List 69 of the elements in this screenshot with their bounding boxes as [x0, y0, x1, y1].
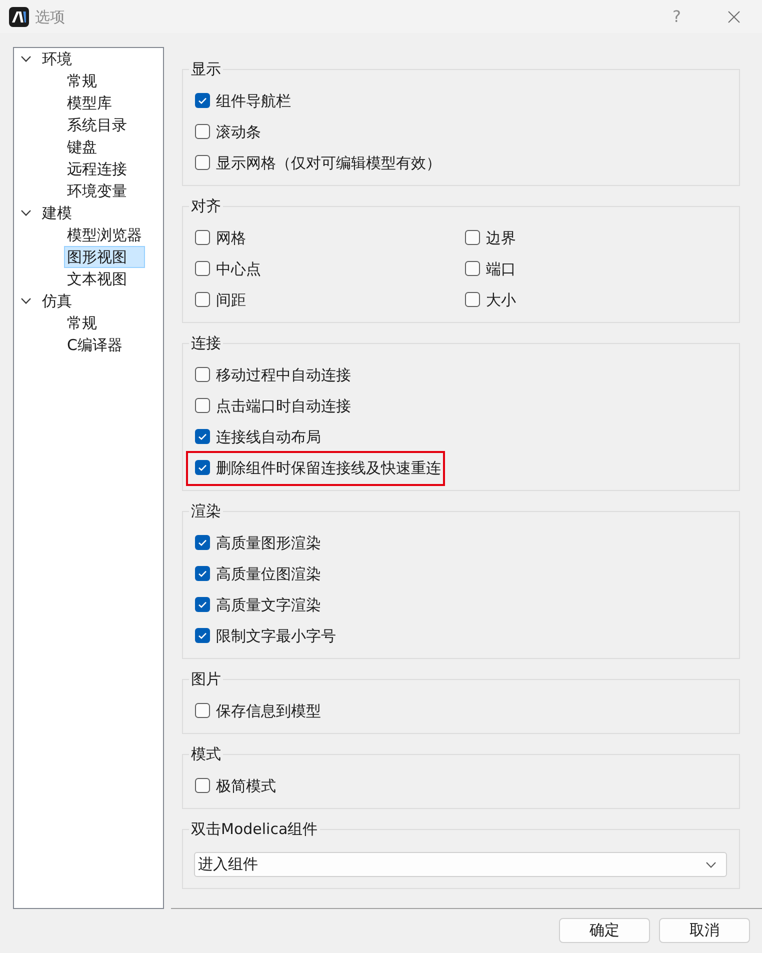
- checkbox-label[interactable]: 移动过程中自动连接: [216, 364, 351, 384]
- close-icon[interactable]: [728, 10, 740, 22]
- checkbox-label[interactable]: 端口: [486, 258, 516, 278]
- tree-item[interactable]: 模型浏览器: [64, 224, 145, 246]
- group-title: 双击Modelica组件: [190, 819, 319, 839]
- checkbox-label[interactable]: 高质量图形渲染: [216, 532, 321, 552]
- checkbox[interactable]: [195, 155, 210, 170]
- checkbox-label[interactable]: 边界: [486, 228, 516, 248]
- checkbox-label[interactable]: 点击端口时自动连接: [216, 396, 351, 416]
- group-title: 连接: [190, 333, 222, 353]
- checkbox-label[interactable]: 高质量文字渲染: [216, 594, 321, 614]
- checkbox[interactable]: [195, 566, 210, 581]
- checkbox[interactable]: [195, 628, 210, 643]
- window-title: 选项: [35, 6, 65, 26]
- group-title: 对齐: [190, 196, 222, 216]
- tree-item[interactable]: 远程连接: [64, 158, 130, 180]
- checkbox-label[interactable]: 极简模式: [216, 776, 276, 796]
- ok-button[interactable]: 确定: [559, 918, 650, 943]
- checkbox-label[interactable]: 中心点: [216, 258, 261, 278]
- cancel-button[interactable]: 取消: [659, 918, 750, 943]
- checkbox[interactable]: [465, 230, 480, 245]
- chevron-down-icon[interactable]: [21, 298, 31, 304]
- checkbox-label[interactable]: 保存信息到模型: [216, 700, 321, 720]
- checkbox-label[interactable]: 组件导航栏: [216, 90, 291, 110]
- checkbox[interactable]: [195, 460, 210, 475]
- tree-item[interactable]: 键盘: [64, 136, 130, 158]
- group-title: 模式: [190, 744, 222, 764]
- tree-item[interactable]: 文本视图: [64, 268, 145, 290]
- tree-item[interactable]: 模型库: [64, 92, 130, 114]
- checkbox[interactable]: [195, 535, 210, 550]
- tree-item[interactable]: 常规: [64, 70, 130, 92]
- checkbox-label[interactable]: 高质量位图渲染: [216, 564, 321, 584]
- tree-item[interactable]: 建模: [39, 202, 75, 224]
- checkbox[interactable]: [465, 261, 480, 276]
- tree-item[interactable]: 仿真: [39, 290, 75, 312]
- chevron-down-icon[interactable]: [21, 210, 31, 216]
- checkbox[interactable]: [195, 261, 210, 276]
- group-title: 渲染: [190, 501, 222, 521]
- checkbox[interactable]: [195, 230, 210, 245]
- app-logo-icon: [9, 6, 29, 26]
- checkbox[interactable]: [195, 124, 210, 139]
- checkbox-label[interactable]: 连接线自动布局: [216, 426, 321, 446]
- checkbox[interactable]: [195, 597, 210, 612]
- checkbox[interactable]: [195, 398, 210, 413]
- group-title: 显示: [190, 59, 222, 79]
- tree-item[interactable]: 常规: [64, 312, 126, 334]
- checkbox[interactable]: [195, 292, 210, 307]
- checkbox-label[interactable]: 滚动条: [216, 122, 261, 142]
- chevron-down-icon[interactable]: [21, 56, 31, 62]
- tree-item[interactable]: 系统目录: [64, 114, 130, 136]
- checkbox-label[interactable]: 间距: [216, 290, 246, 310]
- tree-item[interactable]: 环境: [39, 48, 75, 70]
- checkbox-label[interactable]: 限制文字最小字号: [216, 626, 336, 646]
- checkbox-label[interactable]: 删除组件时保留连接线及快速重连: [216, 458, 441, 478]
- checkbox[interactable]: [195, 93, 210, 108]
- tree-item[interactable]: 图形视图: [64, 246, 145, 268]
- checkbox[interactable]: [195, 367, 210, 382]
- checkbox-label[interactable]: 显示网格（仅对可编辑模型有效）: [216, 152, 441, 172]
- dropdown[interactable]: 进入组件: [194, 852, 727, 877]
- group-title: 图片: [190, 669, 222, 689]
- checkbox-label[interactable]: 大小: [486, 290, 516, 310]
- chevron-down-icon: [706, 862, 716, 868]
- checkbox[interactable]: [195, 778, 210, 793]
- checkbox-label[interactable]: 网格: [216, 228, 246, 248]
- checkbox[interactable]: [465, 292, 480, 307]
- checkbox[interactable]: [195, 703, 210, 718]
- tree-item[interactable]: C编译器: [64, 334, 126, 356]
- tree-item[interactable]: 环境变量: [64, 180, 130, 202]
- checkbox[interactable]: [195, 429, 210, 444]
